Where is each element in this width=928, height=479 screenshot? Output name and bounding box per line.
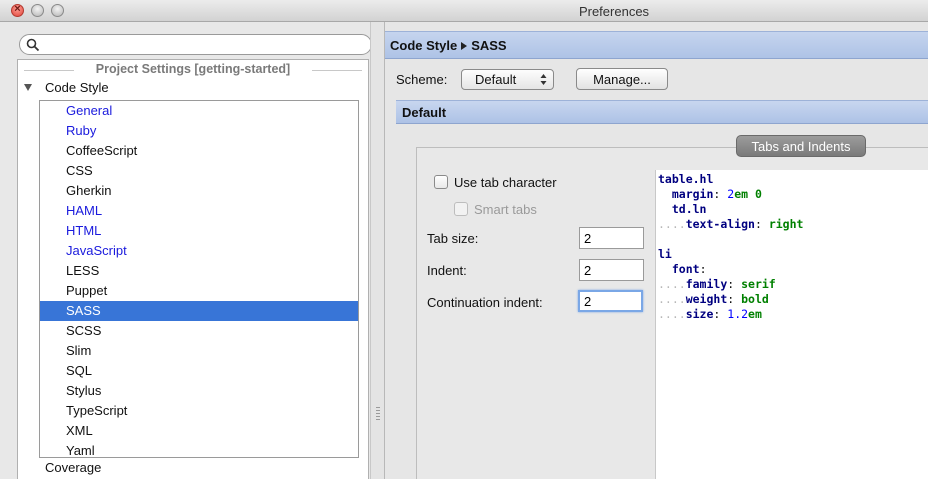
- search-icon: [26, 38, 40, 52]
- tree-item-haml[interactable]: HAML: [40, 201, 358, 221]
- updown-arrows-icon: [540, 74, 547, 85]
- tree-item-yaml[interactable]: Yaml: [40, 441, 358, 461]
- preview-line: margin: 2em 0: [671, 187, 762, 201]
- tree-item-coffeescript[interactable]: CoffeeScript: [40, 141, 358, 161]
- splitter-grip-icon[interactable]: [376, 407, 380, 421]
- pane-splitter[interactable]: [370, 22, 384, 479]
- preview-line: ....weight: bold: [658, 292, 769, 306]
- tree-item-gherkin[interactable]: Gherkin: [40, 181, 358, 201]
- section-header: Default: [396, 100, 928, 124]
- search-field[interactable]: [19, 34, 372, 55]
- tree-item-puppet[interactable]: Puppet: [40, 281, 358, 301]
- breadcrumb-current: SASS: [471, 38, 507, 53]
- preview-line: ....family: serif: [658, 277, 776, 291]
- tree-item-sql[interactable]: SQL: [40, 361, 358, 381]
- disclosure-triangle-icon[interactable]: [24, 84, 32, 91]
- scheme-select[interactable]: Default: [461, 69, 554, 90]
- tree-item-slim[interactable]: Slim: [40, 341, 358, 361]
- project-settings-header: Project Settings [getting-started]: [18, 62, 368, 78]
- use-tab-character-label[interactable]: Use tab character: [454, 175, 557, 190]
- tree-item-html[interactable]: HTML: [40, 221, 358, 241]
- settings-tree-pane: Project Settings [getting-started] Code …: [0, 22, 372, 479]
- search-input[interactable]: [44, 36, 364, 53]
- tree-item-less[interactable]: LESS: [40, 261, 358, 281]
- smart-tabs-checkbox: [454, 202, 468, 216]
- preview-line: li: [658, 247, 672, 261]
- preview-line: table.hl: [658, 172, 714, 186]
- code-preview: table.hl margin: 2em 0 td.ln ....text-al…: [655, 170, 928, 479]
- breadcrumb: Code Style SASS: [385, 31, 928, 59]
- use-tab-character-checkbox[interactable]: [434, 175, 448, 189]
- continuation-indent-label: Continuation indent:: [427, 295, 543, 310]
- tree-node-label: Code Style: [45, 80, 109, 95]
- tab-size-label: Tab size:: [427, 231, 479, 246]
- continuation-indent-input[interactable]: [578, 290, 643, 312]
- settings-detail-pane: Code Style SASS Scheme: Default Manage...…: [384, 22, 928, 479]
- indent-input[interactable]: [579, 259, 644, 281]
- scheme-label: Scheme:: [396, 72, 448, 87]
- settings-tree: Project Settings [getting-started] Code …: [17, 59, 369, 479]
- tab-tabs-and-indents[interactable]: Tabs and Indents: [736, 135, 866, 157]
- code-style-languages-list: General Ruby CoffeeScript CSS Gherkin HAML HTM…: [39, 100, 359, 458]
- tree-item-general[interactable]: General: [40, 101, 358, 121]
- window-title: Preferences: [578, 4, 650, 19]
- tree-item-ruby[interactable]: Ruby: [40, 121, 358, 141]
- scheme-selected-value: Default: [475, 72, 517, 87]
- breadcrumb-arrow-icon: [461, 42, 468, 51]
- preview-line: font:: [671, 262, 707, 276]
- tree-node-coverage[interactable]: Coverage: [45, 460, 101, 475]
- manage-button[interactable]: Manage...: [576, 68, 668, 90]
- tree-item-css[interactable]: CSS: [40, 161, 358, 181]
- tree-item-scss[interactable]: SCSS: [40, 321, 358, 341]
- section-title: Default: [402, 105, 447, 120]
- breadcrumb-parent: Code Style: [390, 38, 458, 53]
- preview-line: ....text-align: right: [658, 217, 804, 231]
- tree-item-sass[interactable]: SASS: [40, 301, 358, 321]
- tree-item-xml[interactable]: XML: [40, 421, 358, 441]
- indent-label: Indent:: [427, 263, 467, 278]
- tab-size-input[interactable]: [579, 227, 644, 249]
- tree-item-javascript[interactable]: JavaScript: [40, 241, 358, 261]
- preview-line: ....size: 1.2em: [658, 307, 762, 321]
- title-bar: × Preferences: [0, 0, 928, 22]
- tree-item-typescript[interactable]: TypeScript: [40, 401, 358, 421]
- preview-line: td.ln: [671, 202, 707, 216]
- smart-tabs-label: Smart tabs: [474, 202, 537, 217]
- tree-item-stylus[interactable]: Stylus: [40, 381, 358, 401]
